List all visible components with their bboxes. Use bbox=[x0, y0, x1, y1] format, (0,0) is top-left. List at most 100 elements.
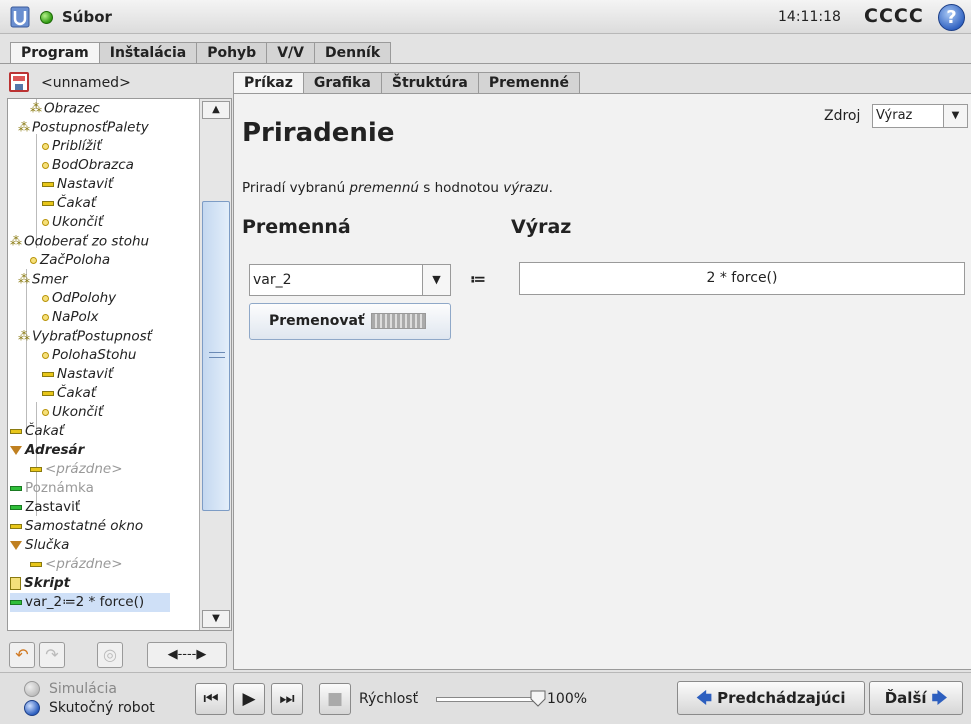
tab-divider bbox=[0, 63, 971, 64]
wait-icon bbox=[10, 428, 22, 434]
waypoint-icon bbox=[42, 408, 49, 416]
tab-structure[interactable]: Štruktúra bbox=[380, 72, 479, 94]
tree-node[interactable]: ⁂ Smer bbox=[18, 270, 68, 289]
tree-node[interactable]: ⁂ PostupnosťPalety bbox=[18, 118, 149, 137]
radio-on-icon bbox=[24, 700, 40, 716]
tree-node[interactable]: Čakať bbox=[42, 384, 96, 403]
tree-node[interactable]: BodObrazca bbox=[42, 156, 134, 175]
tree-node[interactable]: NaPolx bbox=[42, 308, 99, 327]
undo-icon[interactable]: ↶ bbox=[9, 642, 35, 668]
waypoint-icon bbox=[42, 142, 49, 150]
speed-value: 100% bbox=[547, 691, 588, 707]
stop-icon[interactable]: ■ bbox=[319, 683, 351, 715]
play-icon[interactable]: ▶ bbox=[233, 683, 265, 715]
rename-button[interactable]: Premenovať bbox=[249, 303, 451, 340]
wait-icon bbox=[42, 390, 54, 396]
tree-node[interactable]: <prázdne> bbox=[30, 555, 123, 574]
edit-toolbar: ↶ ↷ ◎ ◀----▶ bbox=[7, 640, 232, 670]
footer: Simulácia Skutočný robot ⏮ ▶ ⏭ ■ Rýchlos… bbox=[0, 672, 971, 724]
sequence-icon: ⁂ bbox=[18, 329, 30, 343]
chevron-down-icon[interactable]: ▼ bbox=[943, 105, 967, 127]
tree-node[interactable]: PolohaStohu bbox=[42, 346, 136, 365]
slider-knob-icon[interactable] bbox=[529, 689, 547, 707]
tree-node[interactable]: ⁂ Odoberať zo stohu bbox=[10, 232, 149, 251]
scroll-down-icon[interactable]: ▼ bbox=[202, 610, 230, 628]
tree-node[interactable]: Čakať bbox=[42, 194, 96, 213]
tree-node[interactable]: Adresár bbox=[10, 441, 84, 460]
chevron-down-icon[interactable]: ▼ bbox=[422, 265, 450, 295]
scroll-up-icon[interactable]: ▲ bbox=[202, 101, 230, 119]
popup-icon bbox=[10, 523, 22, 529]
tree-node[interactable]: Priblížiť bbox=[42, 137, 102, 156]
tab-variables[interactable]: Premenné bbox=[477, 72, 580, 94]
file-menu[interactable]: Súbor bbox=[62, 8, 112, 26]
speed-slider[interactable] bbox=[436, 697, 540, 702]
tree-node[interactable]: Ukončiť bbox=[42, 403, 103, 422]
folder-icon bbox=[10, 445, 22, 455]
save-icon[interactable] bbox=[9, 72, 29, 92]
program-tree: ⁂ Obrazec ⁂ PostupnosťPalety Priblížiť Bod… bbox=[7, 98, 232, 631]
tree-node[interactable]: ⁂ VybraťPostupnosť bbox=[18, 327, 152, 346]
tree-node[interactable]: Nastaviť bbox=[42, 365, 113, 384]
tree-node[interactable]: ⁂ Obrazec bbox=[30, 99, 100, 118]
pattern-icon: ⁂ bbox=[18, 120, 30, 134]
scroll-thumb[interactable] bbox=[202, 201, 230, 511]
previous-button[interactable]: 🡄 Predchádzajúci bbox=[677, 681, 865, 715]
simulation-option[interactable]: Simulácia bbox=[24, 681, 184, 699]
tab-graphics[interactable]: Grafika bbox=[302, 72, 382, 94]
tree-node[interactable]: Skript bbox=[10, 574, 70, 593]
tree-node[interactable]: Samostatné okno bbox=[10, 517, 143, 536]
redo-icon[interactable]: ↷ bbox=[39, 642, 65, 668]
waypoint-icon bbox=[42, 294, 49, 302]
tree-node[interactable]: Slučka bbox=[10, 536, 69, 555]
expression-field[interactable]: 2 * force() bbox=[519, 262, 965, 295]
arrow-right-icon: 🡆 bbox=[931, 689, 948, 707]
tree-node[interactable]: ZačPoloha bbox=[30, 251, 110, 270]
tree-node[interactable]: Zastaviť bbox=[10, 498, 80, 517]
program-panel: <unnamed> ⁂ Obrazec ⁂ PostupnosťPalety Pri… bbox=[7, 68, 232, 670]
real-robot-option[interactable]: Skutočný robot bbox=[24, 700, 184, 718]
stack-icon: ⁂ bbox=[10, 234, 22, 248]
real-robot-label: Skutočný robot bbox=[49, 700, 155, 716]
tab-move[interactable]: Pohyb bbox=[196, 42, 268, 64]
skip-back-icon[interactable]: ⏮ bbox=[195, 683, 227, 715]
tab-installation[interactable]: Inštalácia bbox=[98, 42, 198, 64]
arrow-left-icon: 🡄 bbox=[696, 689, 712, 707]
waypoint-icon bbox=[30, 256, 37, 264]
page-title: Priradenie bbox=[242, 118, 395, 148]
tree-node-selected[interactable]: var_2≔2 * force() bbox=[10, 593, 170, 612]
tree-node[interactable]: <prázdne> bbox=[30, 460, 123, 479]
source-select[interactable]: Výraz ▼ bbox=[872, 104, 968, 128]
tab-log[interactable]: Denník bbox=[314, 42, 392, 64]
empty-icon bbox=[30, 466, 42, 472]
step-icon[interactable]: ⏭ bbox=[271, 683, 303, 715]
clock: 14:11:18 bbox=[778, 9, 841, 25]
tree-node[interactable]: OdPolohy bbox=[42, 289, 116, 308]
next-button[interactable]: Ďalší 🡆 bbox=[869, 681, 963, 715]
ur-logo-icon bbox=[10, 6, 30, 28]
source-value: Výraz bbox=[876, 108, 913, 123]
waypoint-icon bbox=[42, 161, 49, 169]
tree-node[interactable]: Poznámka bbox=[10, 479, 94, 498]
help-icon[interactable]: ? bbox=[938, 4, 965, 31]
tree-node[interactable]: Ukončiť bbox=[42, 213, 103, 232]
tree-node[interactable]: Nastaviť bbox=[42, 175, 113, 194]
tab-io[interactable]: V/V bbox=[266, 42, 315, 64]
tree-node[interactable]: Čakať bbox=[10, 422, 64, 441]
radio-off-icon bbox=[24, 681, 40, 697]
variable-value: var_2 bbox=[253, 272, 292, 288]
variable-select[interactable]: var_2 ▼ bbox=[249, 264, 451, 296]
program-name: <unnamed> bbox=[41, 75, 131, 91]
tree-connector bbox=[26, 269, 27, 429]
target-icon[interactable]: ◎ bbox=[97, 642, 123, 668]
expression-heading: Výraz bbox=[511, 216, 572, 238]
script-icon bbox=[10, 576, 21, 590]
keyboard-icon bbox=[370, 313, 426, 329]
drag-move-icon[interactable]: ◀----▶ bbox=[147, 642, 227, 668]
wait-icon bbox=[42, 200, 54, 206]
waypoint-icon bbox=[42, 218, 49, 226]
direction-icon: ⁂ bbox=[18, 272, 30, 286]
tree-vscroll[interactable]: ▲ ▼ bbox=[199, 99, 231, 630]
tab-program[interactable]: Program bbox=[10, 42, 100, 64]
tab-command[interactable]: Príkaz bbox=[233, 72, 304, 94]
